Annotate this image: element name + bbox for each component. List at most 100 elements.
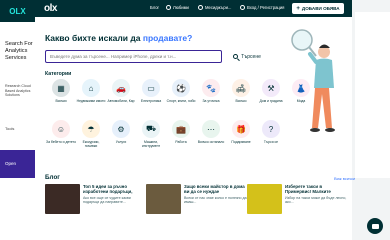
category-item[interactable]: ☂ Екскурзии, почивки bbox=[76, 120, 106, 157]
category-label: Спорт, книги, хоби bbox=[166, 99, 196, 103]
hero-title-accent: продавате? bbox=[142, 33, 193, 43]
monitor-icon: ▭ bbox=[142, 79, 160, 97]
right-gray-strip bbox=[352, 0, 390, 240]
side-headline[interactable]: Search For Analytics Services bbox=[5, 41, 35, 62]
nav-login-label: Вход / Регистрация bbox=[247, 5, 285, 10]
right-ad-card bbox=[355, 12, 390, 178]
category-label: Автомобили, Кар bbox=[107, 99, 135, 103]
blog-card-snippet: Ако все още се чудите какви подаръци да … bbox=[83, 195, 131, 205]
category-item[interactable]: 🚗 Автомобили, Кар bbox=[106, 79, 136, 116]
category-item[interactable]: ▦ Всички bbox=[46, 79, 76, 116]
dog-icon: 🐾 bbox=[202, 79, 220, 97]
blog-card-title: Защо всеки майстор в дома ви да се нужда… bbox=[184, 184, 245, 195]
umbrella-icon: ☂ bbox=[82, 120, 100, 138]
nav-blog[interactable]: Блог bbox=[150, 5, 159, 10]
search-button[interactable]: Търсене bbox=[226, 50, 268, 63]
category-item[interactable]: ⚒ Дом и градина bbox=[256, 79, 286, 116]
category-item[interactable]: 🐾 За уточнка bbox=[196, 79, 226, 116]
brand-logo[interactable]: olx bbox=[44, 3, 57, 14]
category-label: Подаряване bbox=[231, 140, 251, 144]
post-ad-button[interactable]: + ДОБАВИ ОБЯВА bbox=[292, 3, 344, 14]
heart-icon bbox=[166, 5, 171, 10]
side-faded-text: Research Cloud Based Analytics Solutions bbox=[5, 84, 31, 98]
blog-card-title: Изберете такси в Примервис! Малките bbox=[285, 184, 331, 195]
category-label: Мода bbox=[296, 99, 306, 103]
top-header: olx Блог Любими Месиджъри... Вход / Реги… bbox=[0, 0, 352, 17]
category-item[interactable]: 💼 Работа bbox=[166, 120, 196, 157]
search-button-label: Търсене bbox=[241, 53, 261, 60]
category-label: Машини, инструмент bbox=[141, 140, 161, 148]
blog-card[interactable]: Защо всеки майстор в дома ви да се нужда… bbox=[146, 184, 248, 214]
post-ad-label: ДОБАВИ ОБЯВА bbox=[301, 6, 340, 11]
blog-card-snippet: Избор на такси може да бъде лесно, ако..… bbox=[285, 195, 347, 205]
search-icon bbox=[233, 54, 239, 59]
category-item[interactable]: ⋯ Всичко останало bbox=[196, 120, 226, 157]
nav-favorites-label: Любими bbox=[173, 5, 189, 10]
category-item[interactable]: ? Търся се bbox=[256, 120, 286, 157]
ball-icon: ⚽ bbox=[172, 79, 190, 97]
hero-title-main: Какво бихте искали да bbox=[45, 33, 143, 43]
categories-title: Категории bbox=[45, 71, 72, 77]
blog-thumbnail bbox=[146, 184, 181, 214]
category-item[interactable]: ⌂ Недвижими имоти bbox=[76, 79, 106, 116]
dots-icon: ⋯ bbox=[202, 120, 220, 138]
car-icon: 🚗 bbox=[112, 79, 130, 97]
category-label: Работа bbox=[175, 140, 187, 144]
plus-icon: + bbox=[296, 5, 300, 12]
categories-grid: ▦ Всички ⌂ Недвижими имоти 🚗 Автомобили, Кар ▭… bbox=[46, 79, 316, 157]
blog-title: Блог bbox=[45, 174, 60, 181]
category-item[interactable]: ⚽ Спорт, книги, хоби bbox=[166, 79, 196, 116]
category-label: Услуги bbox=[115, 140, 127, 144]
gear-icon: ⚙ bbox=[112, 120, 130, 138]
category-item[interactable]: 🎁 Подаряване bbox=[226, 120, 256, 157]
grid-icon: ▦ bbox=[52, 79, 70, 97]
category-label: За бебето и детето bbox=[46, 140, 76, 144]
chat-button[interactable] bbox=[367, 218, 383, 234]
nav-blog-label: Блог bbox=[150, 5, 160, 10]
category-item[interactable]: ⛟ Машини, инструмент bbox=[136, 120, 166, 157]
user-icon bbox=[240, 5, 245, 10]
dress-icon: 👗 bbox=[292, 79, 310, 97]
chat-bubble-icon bbox=[198, 5, 203, 10]
category-label: За уточнка bbox=[202, 99, 220, 103]
category-item[interactable]: 🛋 Всичко bbox=[226, 79, 256, 116]
chat-icon bbox=[371, 223, 379, 229]
gift-icon: 🎁 bbox=[232, 120, 250, 138]
left-ad-panel: OLX Search For Analytics Services Resear… bbox=[0, 0, 35, 178]
blog-card[interactable]: Топ 5 идеи за ръчно изработени подаръци,… bbox=[45, 184, 147, 214]
blog-card-title: Топ 5 идеи за ръчно изработени подаръци, bbox=[83, 184, 133, 195]
category-label: Екскурзии, почивки bbox=[82, 140, 100, 148]
category-label: Електроника bbox=[140, 99, 162, 103]
question-icon: ? bbox=[262, 120, 280, 138]
search-placeholder: Въведете дума за търсене... Например iPh… bbox=[50, 54, 177, 59]
side-logo-text: OLX bbox=[9, 6, 26, 16]
nav-login[interactable]: Вход / Регистрация bbox=[240, 5, 284, 10]
blog-see-all-link[interactable]: Виж всички bbox=[334, 176, 355, 181]
category-label: Всичко останало bbox=[197, 140, 225, 144]
category-item[interactable]: 👗 Мода bbox=[286, 79, 316, 116]
blog-thumbnail bbox=[247, 184, 282, 214]
side-logo[interactable]: OLX bbox=[0, 0, 35, 22]
category-item[interactable]: ▭ Електроника bbox=[136, 79, 166, 116]
machine-icon: ⛟ bbox=[142, 120, 160, 138]
blog-thumbnail bbox=[45, 184, 80, 214]
category-label: Всичко bbox=[235, 99, 247, 103]
nav-messages-label: Месиджъри... bbox=[205, 5, 232, 10]
hammer-icon: ⚒ bbox=[262, 79, 280, 97]
blog-card[interactable]: Изберете такси в Примервис! Малките Избо… bbox=[247, 184, 347, 214]
nav-favorites[interactable]: Любими bbox=[166, 5, 189, 10]
house-icon: ⌂ bbox=[82, 79, 100, 97]
category-label: Недвижими имоти bbox=[76, 99, 106, 103]
blog-card-snippet: Всеки от нас знае колко е полезно да има… bbox=[184, 195, 247, 205]
category-item[interactable]: ⚙ Услуги bbox=[106, 120, 136, 157]
nav-messages[interactable]: Месиджъри... bbox=[198, 5, 231, 10]
category-label: Дом и градина bbox=[259, 99, 283, 103]
briefcase-icon: 💼 bbox=[172, 120, 190, 138]
search-input[interactable]: Въведете дума за търсене... Например iPh… bbox=[45, 50, 222, 63]
baby-icon: ☺ bbox=[52, 120, 70, 138]
category-item[interactable]: ☺ За бебето и детето bbox=[46, 120, 76, 157]
open-button[interactable]: Open bbox=[0, 150, 35, 178]
category-label: Всички bbox=[55, 99, 67, 103]
side-tools[interactable]: Tools bbox=[5, 126, 14, 131]
category-label: Търся се bbox=[263, 140, 279, 144]
